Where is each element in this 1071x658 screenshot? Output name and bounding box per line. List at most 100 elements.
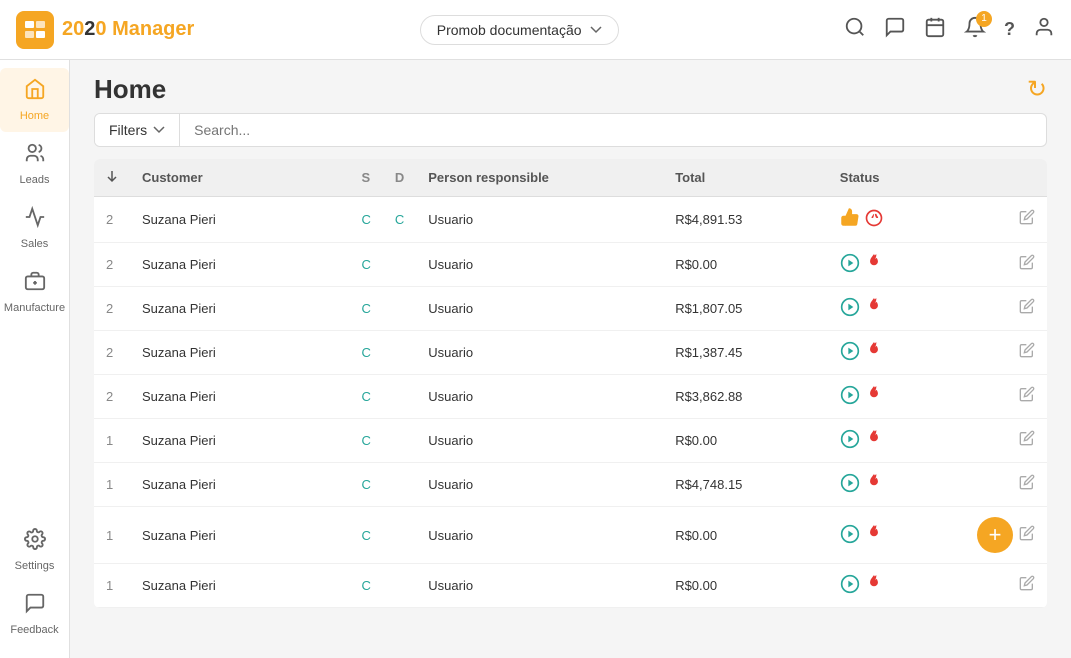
sidebar-leads-label: Leads [20,174,50,186]
edit-button[interactable] [1019,474,1035,495]
cell-s: C [349,243,382,287]
sidebar-sales-label: Sales [21,238,49,250]
cell-customer: Suzana Pieri [130,507,349,564]
edit-button[interactable] [1019,386,1035,407]
cell-num: 2 [94,287,130,331]
edit-button[interactable] [1019,525,1035,546]
cell-s: C [349,375,382,419]
cell-person: Usuario [416,197,663,243]
cell-d [383,419,416,463]
sidebar-feedback-label: Feedback [10,624,58,636]
cell-actions [965,463,1047,507]
cell-status [828,331,965,375]
cell-person: Usuario [416,564,663,608]
cell-num: 2 [94,375,130,419]
thumbup-icon [840,207,860,232]
workspace-dropdown[interactable]: Promob documentação [420,15,619,45]
cell-num: 1 [94,507,130,564]
cell-num: 2 [94,331,130,375]
sidebar-item-feedback[interactable]: Feedback [0,582,69,646]
bell-icon-btn[interactable]: 1 [964,16,986,44]
cell-actions: + [965,507,1047,564]
table-row: 2 Suzana Pieri C Usuario R$0.00 [94,243,1047,287]
cell-status [828,375,965,419]
manufacture-icon [24,270,46,298]
col-header-s: S [349,159,382,197]
sidebar-item-leads[interactable]: Leads [0,132,69,196]
status-icons [840,341,953,364]
cell-d [383,463,416,507]
sidebar-manufacture-label: Manufacture [4,302,65,314]
home-icon [24,78,46,106]
fire-icon [864,574,884,597]
notification-badge: 1 [976,11,992,27]
status-icons [840,524,953,547]
refresh-button[interactable]: ↻ [1027,75,1047,104]
sidebar-item-manufacture[interactable]: Manufacture [0,260,69,324]
calendar-icon-btn[interactable] [924,16,946,44]
table-row: 1 Suzana Pieri C Usuario R$4,748.15 [94,463,1047,507]
play-circle-icon [840,574,860,597]
cell-num: 2 [94,197,130,243]
search-input[interactable] [180,114,1046,146]
header-center: Promob documentação [194,15,844,45]
filters-button[interactable]: Filters [95,114,180,146]
sidebar-item-home[interactable]: Home [0,68,69,132]
fire-icon [864,385,884,408]
cell-total: R$0.00 [663,507,828,564]
edit-button[interactable] [1019,209,1035,230]
sidebar-item-settings[interactable]: Settings [0,518,69,582]
cell-s: C [349,419,382,463]
cell-total: R$1,807.05 [663,287,828,331]
user-icon-btn[interactable] [1033,16,1055,44]
logo-icon [16,11,54,49]
sidebar-item-sales[interactable]: Sales [0,196,69,260]
edit-button[interactable] [1019,430,1035,451]
page-title: Home [94,74,166,105]
sidebar-settings-label: Settings [15,560,55,572]
cell-status [828,287,965,331]
leads-icon [24,142,46,170]
cell-person: Usuario [416,507,663,564]
cell-customer: Suzana Pieri [130,287,349,331]
add-button[interactable]: + [977,517,1013,553]
edit-button[interactable] [1019,298,1035,319]
cell-d [383,287,416,331]
play-circle-icon [840,429,860,452]
status-icons [840,297,953,320]
cell-actions [965,243,1047,287]
cell-s: C [349,463,382,507]
play-circle-icon [840,385,860,408]
cell-customer: Suzana Pieri [130,331,349,375]
status-icons [840,473,953,496]
cell-customer: Suzana Pieri [130,564,349,608]
help-icon-btn[interactable]: ? [1004,19,1015,40]
edit-button[interactable] [1019,342,1035,363]
cell-num: 1 [94,419,130,463]
cell-person: Usuario [416,331,663,375]
search-icon-btn[interactable] [844,16,866,44]
col-header-person: Person responsible [416,159,663,197]
cell-total: R$4,748.15 [663,463,828,507]
fire-icon [864,429,884,452]
sidebar: Home Leads Sales Manufacture Settings [0,60,70,658]
play-circle-icon [840,524,860,547]
cell-num: 1 [94,564,130,608]
cell-customer: Suzana Pieri [130,419,349,463]
chat-icon-btn[interactable] [884,16,906,44]
sidebar-home-label: Home [20,110,49,122]
sort-down-icon [106,169,118,183]
cell-status [828,197,965,243]
edit-button[interactable] [1019,575,1035,596]
main-layout: Home Leads Sales Manufacture Settings [0,60,1071,658]
table-row: 2 Suzana Pieri C Usuario R$1,807.05 [94,287,1047,331]
table-header-row: Customer S D Person responsible Total St… [94,159,1047,197]
play-circle-icon [840,341,860,364]
edit-button[interactable] [1019,254,1035,275]
col-header-sort[interactable] [94,159,130,197]
sales-icon [24,206,46,234]
settings-icon [24,528,46,556]
cell-customer: Suzana Pieri [130,463,349,507]
status-icons [840,253,953,276]
data-table: Customer S D Person responsible Total St… [94,159,1047,608]
